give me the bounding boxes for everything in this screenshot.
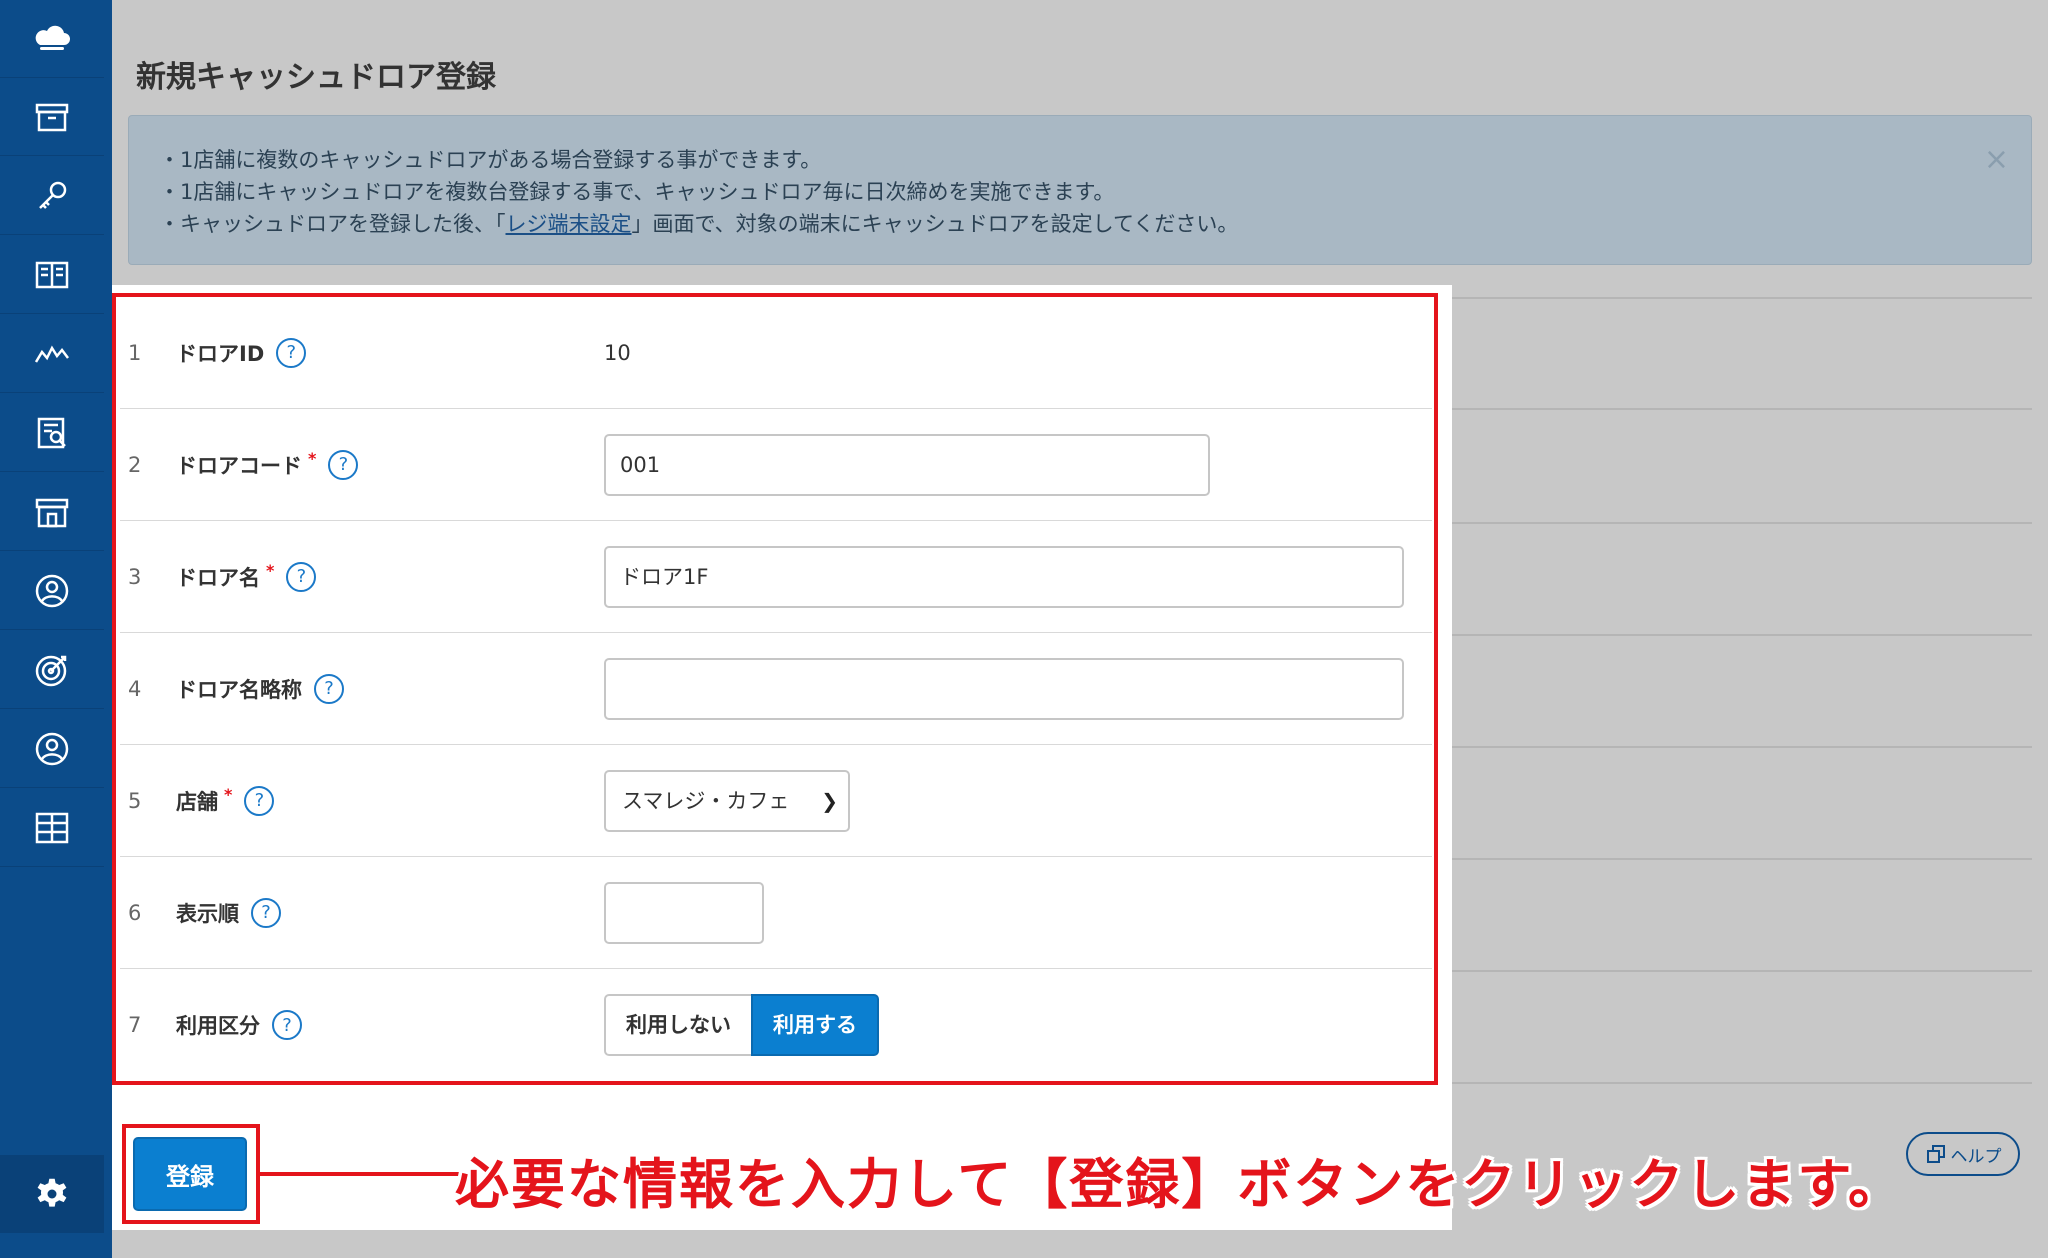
sidebar-item-analytics[interactable]: [0, 315, 104, 393]
sidebar-item-stores[interactable]: [0, 473, 104, 551]
divider: [1440, 522, 2032, 524]
divider: [1440, 297, 2032, 299]
key-icon: [39, 181, 67, 209]
target-icon: [35, 655, 67, 686]
alert-line-1: ・1店舗に複数のキャッシュドロアがある場合登録する事ができます。: [159, 148, 822, 172]
sidebar-item-ledger[interactable]: [0, 236, 104, 314]
apps-icon: [35, 812, 69, 843]
alert-line-3-prefix: ・キャッシュドロアを登録した後、「: [159, 212, 506, 236]
sidebar-item-members[interactable]: [0, 710, 104, 788]
external-window-icon: [1926, 1145, 1945, 1163]
sidebar-item-access[interactable]: [0, 157, 104, 235]
info-alert: ・1店舗に複数のキャッシュドロアがある場合登録する事ができます。 ・1店舗にキャ…: [128, 115, 2032, 265]
divider: [1440, 858, 2032, 860]
help-button-label: ヘルプ: [1950, 1146, 2002, 1167]
close-icon[interactable]: ×: [1984, 142, 2009, 177]
register-button[interactable]: 登録: [133, 1137, 247, 1211]
chart-line-icon: [34, 344, 69, 363]
sidebar: [0, 0, 112, 1258]
sidebar-item-apps[interactable]: [0, 789, 104, 867]
annotation-highlight-form: [112, 293, 1438, 1085]
alert-line-2: ・1店舗にキャッシュドロアを複数台登録する事で、キャッシュドロア毎に日次締めを実…: [159, 180, 1115, 204]
divider: [1440, 634, 2032, 636]
sidebar-item-products[interactable]: [0, 78, 104, 156]
help-button[interactable]: ヘルプ: [1906, 1132, 2020, 1176]
sidebar-item-targets[interactable]: [0, 631, 104, 709]
book-icon: [35, 261, 69, 288]
sidebar-item-staff[interactable]: [0, 552, 104, 630]
page-title: 新規キャッシュドロア登録: [136, 60, 496, 95]
sidebar-item-reports[interactable]: [0, 394, 104, 472]
gear-icon: [37, 1178, 67, 1207]
annotation-connector: [260, 1172, 460, 1176]
alert-line-3: ・キャッシュドロアを登録した後、「レジ端末設定」画面で、対象の端末にキャッシュド…: [159, 208, 2001, 240]
divider: [1440, 1082, 2032, 1084]
annotation-callout: 必要な情報を入力して【登録】ボタンをクリックします。: [455, 1153, 1904, 1216]
sidebar-item-home[interactable]: [0, 0, 104, 78]
alert-line-3-suffix: 」画面で、対象の端末にキャッシュドロアを設定してください。: [631, 212, 1239, 236]
report-icon: [37, 417, 66, 448]
divider: [1440, 746, 2032, 748]
settings-button[interactable]: [0, 1155, 104, 1233]
divider: [1440, 408, 2032, 410]
store-icon: [35, 498, 69, 527]
member-icon: [35, 732, 69, 765]
divider: [1440, 970, 2032, 972]
cloud-icon: [35, 25, 70, 50]
register-terminal-settings-link[interactable]: レジ端末設定: [506, 212, 632, 236]
archive-icon: [35, 103, 69, 131]
user-icon: [35, 574, 69, 607]
